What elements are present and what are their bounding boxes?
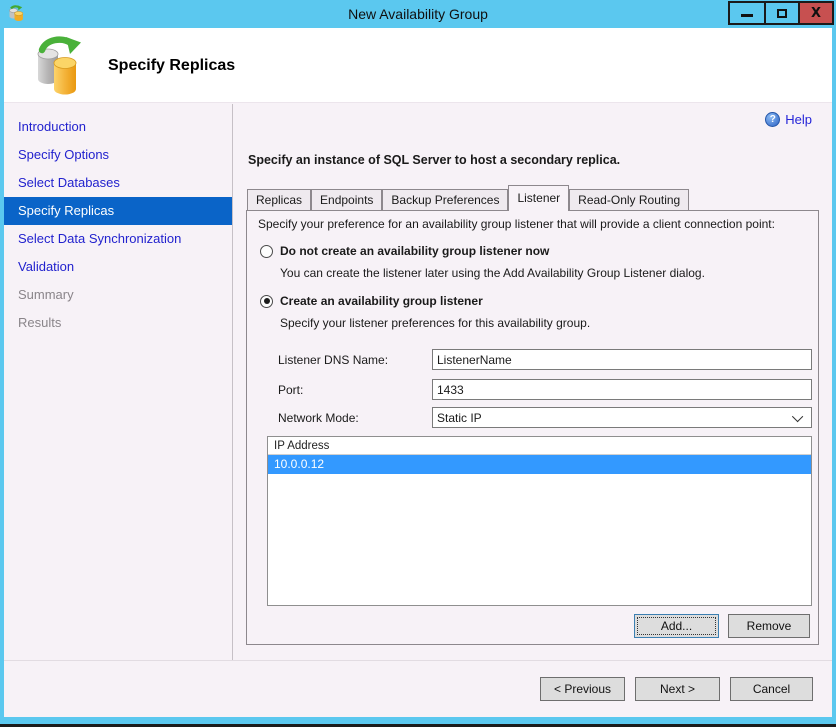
wizard-footer: < Previous Next > Cancel <box>4 660 832 717</box>
replicas-database-icon <box>37 36 81 95</box>
tab-read-only-routing[interactable]: Read-Only Routing <box>569 189 690 211</box>
minimize-button[interactable] <box>730 3 764 23</box>
sidebar-item-introduction[interactable]: Introduction <box>4 113 232 141</box>
instruction-text: Specify an instance of SQL Server to hos… <box>248 153 621 167</box>
page-title: Specify Replicas <box>108 57 236 74</box>
ip-address-row[interactable]: 10.0.0.12 <box>268 455 811 474</box>
port-row: Port: <box>278 379 812 400</box>
ip-address-column-header: IP Address <box>268 437 811 455</box>
sidebar-item-select-data-synchronization[interactable]: Select Data Synchronization <box>4 225 232 253</box>
sidebar-item-specify-options[interactable]: Specify Options <box>4 141 232 169</box>
previous-button[interactable]: < Previous <box>540 677 625 701</box>
help-link[interactable]: ? Help <box>765 112 812 127</box>
maximize-icon <box>777 8 787 18</box>
replica-tabs: Replicas Endpoints Backup Preferences Li… <box>247 185 690 211</box>
wizard-steps-sidebar: Introduction Specify Options Select Data… <box>4 104 233 660</box>
network-mode-row: Network Mode: Static IP <box>278 407 812 428</box>
minimize-icon <box>741 13 753 17</box>
port-label: Port: <box>278 382 304 397</box>
tab-endpoints[interactable]: Endpoints <box>311 189 383 211</box>
port-input[interactable] <box>432 379 812 400</box>
sidebar-item-summary: Summary <box>18 287 74 302</box>
remove-button[interactable]: Remove <box>728 614 810 638</box>
network-mode-label: Network Mode: <box>278 410 359 425</box>
radio-unchecked-icon <box>260 244 273 258</box>
tab-replicas[interactable]: Replicas <box>247 189 312 211</box>
close-button[interactable]: X <box>798 3 832 23</box>
next-button[interactable]: Next > <box>635 677 720 701</box>
window-title: New Availability Group <box>348 6 488 22</box>
new-availability-group-window: New Availability Group X Specify Replica… <box>0 0 836 727</box>
network-mode-select[interactable]: Static IP <box>432 407 812 428</box>
window-controls: X <box>728 1 834 25</box>
network-mode-value: Static IP <box>437 410 482 425</box>
close-icon: X <box>810 5 822 21</box>
titlebar: New Availability Group X <box>0 0 836 28</box>
add-button[interactable]: Add... <box>634 614 719 638</box>
listener-dns-name-input[interactable] <box>432 349 812 370</box>
listener-intro-text: Specify your preference for an availabil… <box>258 217 775 231</box>
maximize-button[interactable] <box>764 3 798 23</box>
main-content: ? Help Specify an instance of SQL Server… <box>234 104 832 660</box>
radio-do-not-create-description: You can create the listener later using … <box>280 266 705 280</box>
listener-dns-name-label: Listener DNS Name: <box>278 352 389 367</box>
tab-listener[interactable]: Listener <box>508 185 570 211</box>
sidebar-item-select-databases[interactable]: Select Databases <box>4 169 232 197</box>
help-label: Help <box>785 112 812 127</box>
listener-tab-panel: Specify your preference for an availabil… <box>246 210 819 645</box>
radio-checked-icon <box>260 294 273 308</box>
sidebar-item-specify-replicas[interactable]: Specify Replicas <box>4 197 232 225</box>
help-icon: ? <box>765 112 781 127</box>
radio-do-not-create-listener[interactable]: Do not create an availability group list… <box>260 244 549 258</box>
radio-create-listener[interactable]: Create an availability group listener <box>260 294 483 308</box>
wizard-header: Specify Replicas <box>4 28 832 103</box>
ip-address-list: IP Address 10.0.0.12 <box>267 436 812 606</box>
cancel-button[interactable]: Cancel <box>730 677 813 701</box>
dns-name-row: Listener DNS Name: <box>278 349 812 370</box>
sidebar-item-validation[interactable]: Validation <box>4 253 232 281</box>
dialog-body: Specify Replicas Introduction Specify Op… <box>4 28 832 717</box>
radio-create-description: Specify your listener preferences for th… <box>280 316 591 330</box>
sidebar-item-results: Results <box>18 315 62 330</box>
tab-backup-preferences[interactable]: Backup Preferences <box>382 189 509 211</box>
